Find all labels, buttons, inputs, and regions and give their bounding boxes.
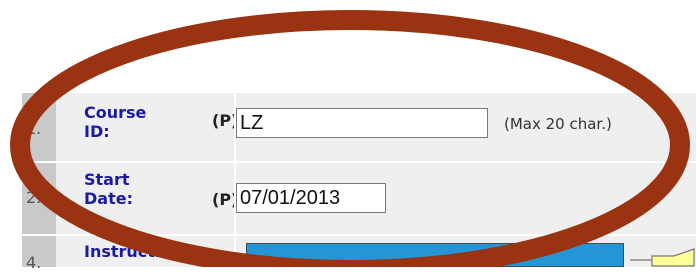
column-divider: [234, 236, 236, 267]
course-id-label-line2: ID:: [84, 122, 110, 141]
row-number: 2.: [26, 188, 42, 207]
form-row-start-date: 2. Start Date: (P): [22, 163, 696, 234]
start-date-label-line1: Start: [84, 170, 130, 189]
start-date-label-line2: Date:: [84, 189, 133, 208]
start-date-input[interactable]: [236, 183, 386, 213]
course-id-label-line1: Course: [84, 103, 147, 122]
row-number-cell: 1.: [22, 93, 56, 161]
start-date-label: Start Date:: [84, 170, 133, 208]
instruction-label-line1: Instruction: [84, 242, 183, 261]
row-number-cell: 2.: [22, 163, 56, 234]
course-id-input[interactable]: [236, 108, 488, 138]
instruction-label: Instruction: [84, 242, 183, 261]
row-number: 4.: [26, 253, 42, 272]
row-number: 1.: [26, 119, 42, 138]
course-id-hint: (Max 20 char.): [504, 115, 612, 133]
instruction-select[interactable]: [246, 243, 624, 267]
course-id-label: Course ID:: [84, 103, 146, 141]
form-row-course-id: 1. Course ID: (P) (Max 20 char.): [22, 93, 696, 161]
row-number-cell: 4.: [22, 236, 56, 272]
callout-arrow-icon: [630, 248, 695, 267]
